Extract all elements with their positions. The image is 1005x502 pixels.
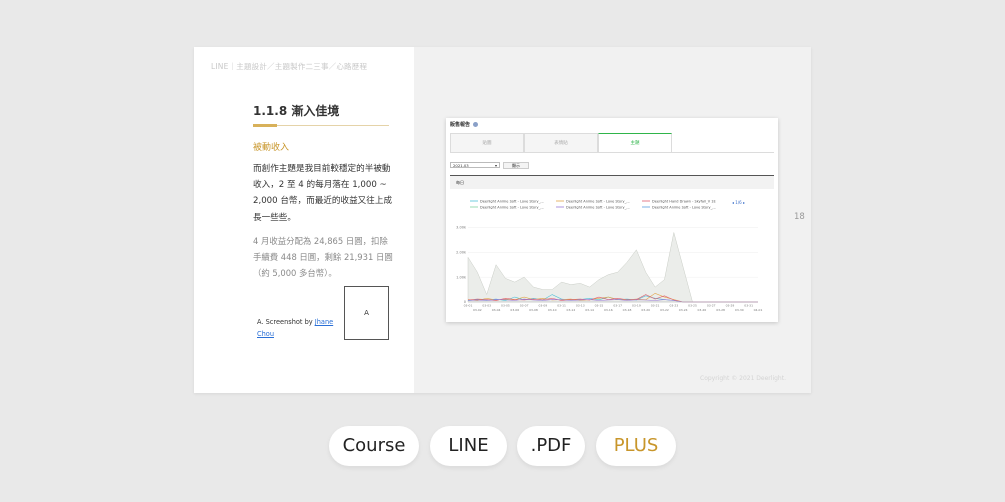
subtitle: 被動收入: [253, 143, 290, 153]
credit-prefix: A. Screenshot by: [257, 318, 315, 326]
x-tick-label: 03-09: [538, 304, 547, 308]
copyright: Copyright © 2021 Deerlight.: [700, 375, 786, 382]
report-tabs: 貼圖 表情貼 主題: [450, 133, 774, 152]
x-tick-label: 03-18: [623, 308, 632, 312]
legend-label: Deerlight Anime Soft - Love Story_...: [566, 200, 630, 204]
y-tick-label: 1.00k: [456, 275, 467, 279]
x-tick-label: 03-06: [510, 308, 519, 312]
x-tick-label: 03-14: [585, 308, 594, 312]
page-number: 18: [794, 212, 805, 222]
legend-label: Deerlight Anime Soft - Love Story_...: [566, 206, 630, 210]
x-tick-label: 03-01: [464, 304, 473, 308]
tab-emoji[interactable]: 表情貼: [524, 133, 598, 152]
figure-label-box: A: [344, 286, 389, 340]
breadcrumb: LINE｜主題設計／主題製作二三事／心路歷程: [211, 62, 368, 71]
x-tick-label: 03-07: [520, 304, 529, 308]
x-tick-label: 03-22: [660, 308, 669, 312]
period-select[interactable]: 2021.03: [450, 162, 500, 168]
x-tick-label: 03-08: [529, 308, 538, 312]
tag-button-course[interactable]: Course: [329, 426, 419, 466]
tabs-divider: [450, 152, 774, 153]
x-tick-label: 03-25: [688, 304, 697, 308]
x-tick-label: 03-10: [548, 308, 557, 312]
total-area: [467, 232, 758, 303]
show-button[interactable]: 顯示: [503, 162, 529, 169]
y-tick-label: 3.00k: [456, 226, 467, 230]
legend-label: Deerlight Hand Drawn - Skyfall_V 1E: [652, 200, 716, 204]
daily-sales-chart: Deerlight Anime Soft - Love Story_... Dee…: [456, 200, 763, 313]
tab-themes[interactable]: 主題: [598, 133, 672, 152]
x-tick-label: 03-28: [716, 308, 725, 312]
x-tick-label: 03-16: [604, 308, 613, 312]
sales-report-screenshot: 販售報告 貼圖 表情貼 主題 2021.03 顯示 每日 Deerlight A…: [446, 118, 778, 322]
x-tick-label: 03-19: [632, 304, 641, 308]
detail-paragraph: 4 月收益分配為 24,865 日圓，扣除手續費 448 日圓，剩餘 21,93…: [253, 236, 393, 279]
legend-pager: ◂ 1/6 ▸: [732, 200, 745, 205]
x-tick-label: 03-29: [726, 304, 735, 308]
screenshot-credit: A. Screenshot by Jhane Chou: [257, 317, 337, 340]
x-tick-label: 03-11: [557, 304, 566, 308]
x-tick-label: 04-01: [754, 308, 763, 312]
tag-button-line[interactable]: LINE: [430, 426, 507, 466]
slide-text-panel: LINE｜主題設計／主題製作二三事／心路歷程 1.1.8 漸入佳境 被動收入 而…: [194, 47, 414, 393]
help-icon[interactable]: [472, 122, 478, 127]
x-tick-label: 03-24: [679, 308, 688, 312]
report-title-text: 販售報告: [450, 122, 471, 128]
x-tick-label: 03-13: [576, 304, 585, 308]
tab-stickers[interactable]: 貼圖: [450, 133, 524, 152]
y-tick-label: 2.00k: [456, 251, 467, 255]
x-tick-label: 03-12: [567, 308, 576, 312]
x-tick-label: 03-03: [482, 304, 491, 308]
x-tick-label: 03-05: [501, 304, 510, 308]
x-tick-label: 03-30: [735, 308, 744, 312]
slide: LINE｜主題設計／主題製作二三事／心路歷程 1.1.8 漸入佳境 被動收入 而…: [194, 47, 811, 393]
figure-label: A: [364, 309, 369, 317]
title-underline-accent: [253, 124, 277, 127]
main-paragraph: 而創作主題是我目前較穩定的半被動收入，2 至 4 的每月落在 1,000 ~ 2…: [253, 164, 393, 223]
x-tick-label: 03-23: [669, 304, 678, 308]
report-title: 販售報告: [450, 121, 478, 128]
daily-section-header: 每日: [450, 175, 774, 189]
legend-label: Deerlight Anime Soft - Love Story_...: [480, 200, 544, 204]
x-tick-label: 03-04: [492, 308, 501, 312]
x-tick-label: 03-31: [744, 304, 753, 308]
tag-button-plus[interactable]: PLUS: [596, 426, 676, 466]
x-tick-label: 03-17: [613, 304, 622, 308]
x-tick-label: 03-27: [707, 304, 716, 308]
x-tick-label: 03-21: [651, 304, 660, 308]
tag-button-pdf[interactable]: .PDF: [517, 426, 585, 466]
x-tick-label: 03-26: [698, 308, 707, 312]
legend-label: Deerlight Anime Soft - Love Story_...: [652, 206, 716, 210]
legend-label: Deerlight Anime Soft - Love Story_...: [480, 206, 544, 210]
x-tick-label: 03-15: [595, 304, 604, 308]
x-tick-label: 03-20: [641, 308, 650, 312]
section-title: 1.1.8 漸入佳境: [253, 104, 340, 118]
x-tick-label: 03-02: [473, 308, 482, 312]
